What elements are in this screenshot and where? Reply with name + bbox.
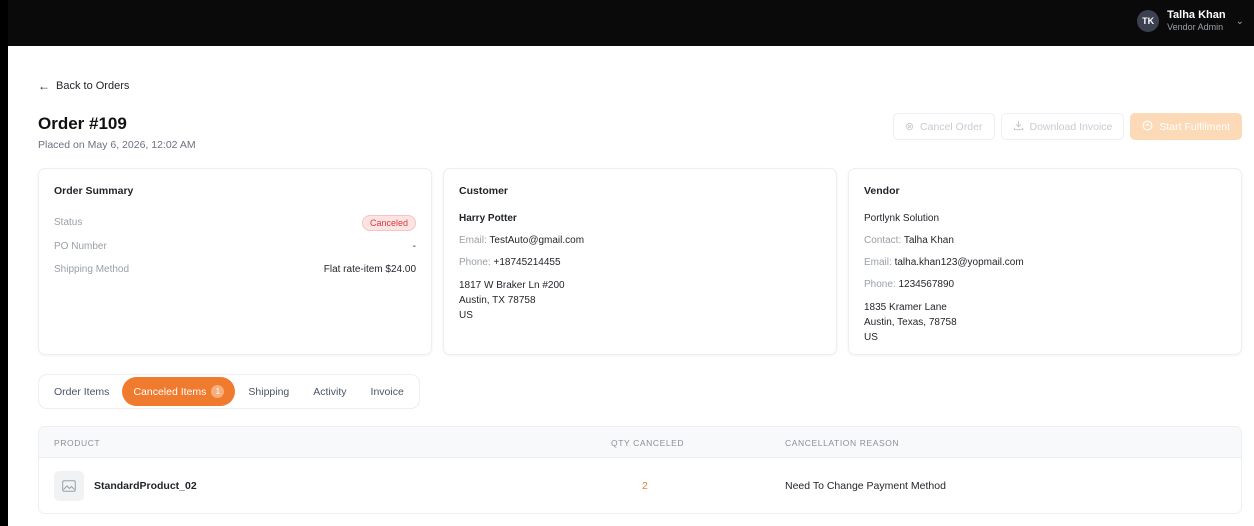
- customer-address: 1817 W Braker Ln #200 Austin, TX 78758 U…: [459, 280, 565, 321]
- tab-canceled-items[interactable]: Canceled Items 1: [122, 377, 236, 406]
- download-invoice-button[interactable]: Download Invoice: [1000, 113, 1125, 140]
- back-to-orders-link[interactable]: ← Back to Orders: [38, 79, 129, 93]
- status-badge: Canceled: [361, 214, 416, 231]
- customer-phone: Phone: +18745214455: [459, 257, 561, 268]
- user-role: Vendor Admin: [1167, 22, 1224, 32]
- user-menu[interactable]: TK Talha Khan Vendor Admin ⌄: [1137, 9, 1244, 33]
- qty-canceled-cell: 2: [642, 480, 648, 492]
- header-cancellation-reason: CANCELLATION REASON: [785, 438, 900, 448]
- product-name: StandardProduct_02: [94, 480, 197, 492]
- table-row: StandardProduct_02 2 Need To Change Paym…: [39, 458, 1241, 513]
- po-number-row: PO Number -: [54, 240, 416, 252]
- canceled-items-table: PRODUCT QTY CANCELED CANCELLATION REASON…: [38, 426, 1242, 514]
- order-summary-title: Order Summary: [54, 185, 134, 197]
- vendor-card: Vendor Portlynk Solution Contact: Talha …: [848, 168, 1242, 355]
- tab-activity[interactable]: Activity: [302, 377, 357, 406]
- download-icon: [1013, 120, 1024, 134]
- customer-email: Email: TestAuto@gmail.com: [459, 235, 585, 246]
- customer-name: Harry Potter: [459, 213, 517, 224]
- start-fulfilment-button[interactable]: Start Fulfilment: [1130, 113, 1242, 140]
- order-tabs: Order Items Canceled Items 1 Shipping Ac…: [38, 374, 420, 409]
- package-icon: [1142, 120, 1153, 134]
- vendor-title: Vendor: [864, 185, 900, 197]
- vendor-contact: Contact: Talha Khan: [864, 235, 954, 246]
- x-circle-icon: ⊗: [904, 121, 915, 133]
- tab-invoice[interactable]: Invoice: [360, 377, 415, 406]
- page-title: Order #109: [38, 114, 127, 133]
- user-name: Talha Khan: [1167, 9, 1226, 21]
- top-bar: TK Talha Khan Vendor Admin ⌄: [8, 0, 1254, 46]
- page: TK Talha Khan Vendor Admin ⌄ ← Back to O…: [8, 0, 1254, 526]
- vendor-company: Portlynk Solution: [864, 213, 940, 224]
- product-cell: StandardProduct_02: [54, 458, 197, 513]
- canceled-count-badge: 1: [211, 385, 225, 398]
- cancellation-reason-cell: Need To Change Payment Method: [785, 480, 946, 492]
- header-product: PRODUCT: [54, 438, 101, 448]
- table-header: PRODUCT QTY CANCELED CANCELLATION REASON: [39, 427, 1241, 458]
- image-placeholder-icon: [54, 471, 84, 501]
- order-placed-date: Placed on May 6, 2026, 12:02 AM: [38, 139, 196, 151]
- status-row: Status Canceled: [54, 211, 416, 235]
- chevron-down-icon: ⌄: [1235, 15, 1244, 27]
- back-label: Back to Orders: [56, 80, 130, 92]
- customer-title: Customer: [459, 185, 509, 197]
- customer-card: Customer Harry Potter Email: TestAuto@gm…: [443, 168, 837, 355]
- order-summary-card: Order Summary Status Canceled PO Number …: [38, 168, 432, 355]
- cancel-order-button[interactable]: ⊗ Cancel Order: [892, 113, 995, 140]
- arrow-left-icon: ←: [38, 79, 50, 93]
- vendor-email: Email: talha.khan123@yopmail.com: [864, 257, 1024, 268]
- vendor-address: 1835 Kramer Lane Austin, Texas, 78758 US: [864, 302, 957, 343]
- order-actions: ⊗ Cancel Order Download Invoice Start Fu…: [892, 113, 1242, 140]
- vendor-phone: Phone: 1234567890: [864, 279, 955, 290]
- tab-order-items[interactable]: Order Items: [43, 377, 120, 406]
- header-qty-canceled: QTY CANCELED: [611, 438, 685, 448]
- avatar: TK: [1137, 10, 1160, 32]
- shipping-method-row: Shipping Method Flat rate-item $24.00: [54, 264, 416, 276]
- tab-shipping[interactable]: Shipping: [237, 377, 300, 406]
